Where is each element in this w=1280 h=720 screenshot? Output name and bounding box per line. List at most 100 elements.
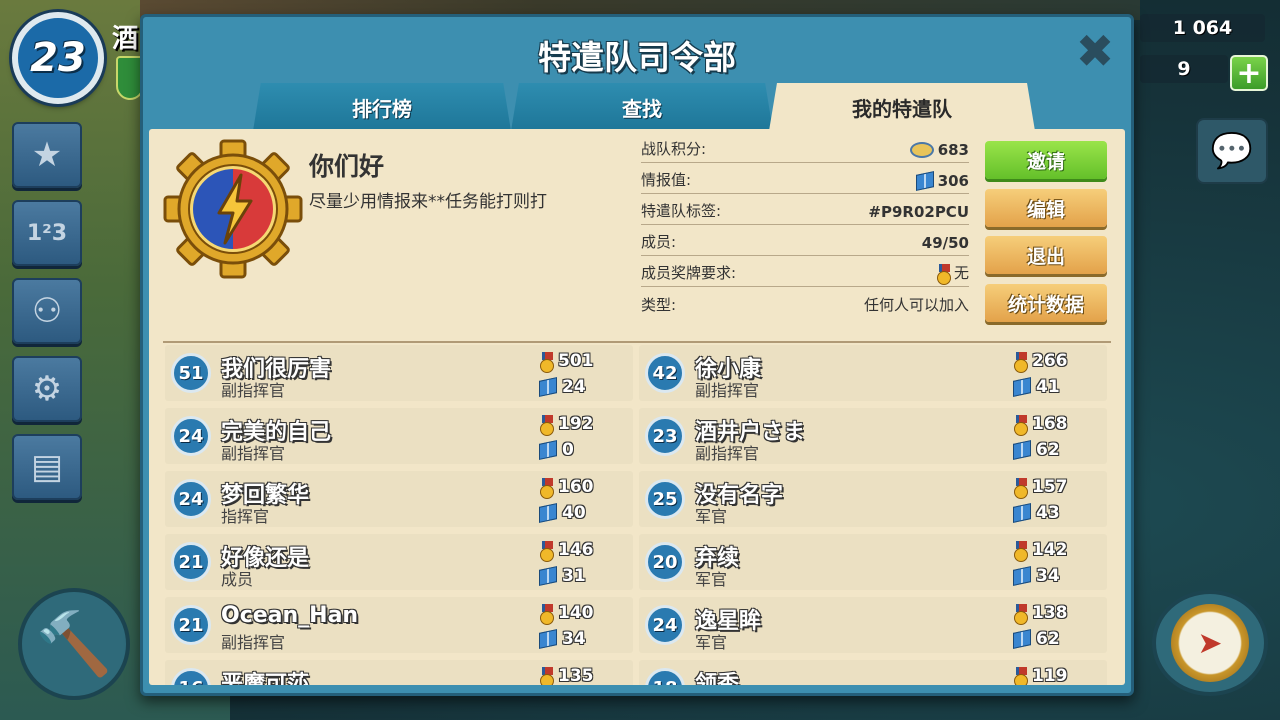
stat-row-intel: 情报值: 306 <box>641 166 969 194</box>
member-level-badge: 51 <box>171 353 211 393</box>
leave-button[interactable]: 退出 <box>985 236 1107 274</box>
member-row[interactable]: 25 没有名字 军官 157 43 <box>639 471 1107 527</box>
invite-button[interactable]: 邀请 <box>985 141 1107 179</box>
stat-value-container: 683 <box>909 141 969 159</box>
member-medal-count: 146 <box>558 540 594 560</box>
settings-gear-icon[interactable]: ⚙ <box>12 356 82 422</box>
member-role: 副指挥官 <box>221 444 286 463</box>
player-level: 23 <box>30 35 86 81</box>
tab-my-taskforce[interactable]: 我的特遣队 <box>769 83 1035 131</box>
member-role: 副指挥官 <box>695 444 760 463</box>
tab-leaderboard[interactable]: 排行榜 <box>253 83 511 131</box>
member-name: Ocean_Han <box>221 603 359 628</box>
stat-label: 成员: <box>641 233 677 251</box>
member-medals: 160 <box>539 476 629 499</box>
stat-value: 无 <box>953 264 969 282</box>
member-row[interactable]: 24 梦回繁华 指挥官 160 40 <box>165 471 633 527</box>
leaderboard-icon[interactable]: 1²3 <box>12 200 82 266</box>
stat-row-type: 类型: 任何人可以加入 <box>641 290 969 318</box>
close-icon[interactable]: ✖ <box>1073 28 1117 74</box>
member-row[interactable]: 18 领秀 119 <box>639 660 1107 685</box>
medal-icon <box>1013 604 1028 625</box>
edit-button[interactable]: 编辑 <box>985 189 1107 227</box>
intel-icon <box>539 503 557 523</box>
member-intel-count: 40 <box>562 503 586 523</box>
member-medals: 138 <box>1013 602 1103 625</box>
member-row[interactable]: 51 我们很厉害 副指挥官 501 24 <box>165 345 633 401</box>
member-row[interactable]: 21 好像还是 成员 146 31 <box>165 534 633 590</box>
member-intel-count: 24 <box>562 377 586 397</box>
member-intel-count: 31 <box>562 566 586 586</box>
member-level: 24 <box>178 425 204 447</box>
member-level: 24 <box>652 614 678 636</box>
stat-value-container: 无 <box>936 262 969 285</box>
compass-icon[interactable]: ➤ <box>1152 590 1268 696</box>
stat-value: 683 <box>937 141 969 159</box>
member-intel: 40 <box>539 502 629 524</box>
member-row[interactable]: 20 弃续 军官 142 34 <box>639 534 1107 590</box>
intel-icon <box>1013 566 1031 586</box>
member-row[interactable]: 42 徐小康 副指挥官 266 41 <box>639 345 1107 401</box>
member-intel: 34 <box>1013 565 1103 587</box>
member-medals: 157 <box>1013 476 1103 499</box>
member-intel: 24 <box>539 376 629 398</box>
taskforce-icon[interactable]: ⚇ <box>12 278 82 344</box>
member-name: 恶魔可莎 <box>221 672 310 685</box>
player-name: 酒 <box>112 24 139 54</box>
member-medals: 192 <box>539 413 629 436</box>
member-medals: 140 <box>539 602 629 625</box>
resource-counter: 1 064 <box>1140 14 1265 42</box>
star-icon[interactable]: ★ <box>12 122 82 188</box>
member-level: 42 <box>652 362 678 384</box>
member-level: 20 <box>652 551 678 573</box>
intel-icon <box>915 171 934 191</box>
member-intel: 31 <box>539 565 629 587</box>
divider <box>163 341 1111 343</box>
medal-icon <box>1013 541 1028 562</box>
member-medal-count: 140 <box>558 603 594 623</box>
member-medals: 135 <box>539 665 629 685</box>
member-level-badge: 25 <box>645 479 685 519</box>
stat-value: 49/50 <box>921 234 969 252</box>
member-level-badge: 21 <box>171 542 211 582</box>
member-level: 21 <box>178 614 204 636</box>
hammer-build-icon[interactable]: 🔨 <box>18 588 130 700</box>
member-role: 成员 <box>221 570 254 589</box>
intel-icon <box>539 629 557 649</box>
member-level: 51 <box>178 362 204 384</box>
medal-icon <box>539 352 554 373</box>
member-intel-count: 62 <box>1036 440 1060 460</box>
member-role: 副指挥官 <box>695 381 760 400</box>
medal-icon <box>1013 352 1028 373</box>
player-level-badge[interactable]: 23 <box>12 12 104 104</box>
chat-icon[interactable]: 💬 <box>1196 118 1268 184</box>
member-level-badge: 24 <box>171 479 211 519</box>
tab-content: 你们好 尽量少用情报来**任务能打则打 战队积分: 683 情报值: 306 特… <box>149 129 1125 685</box>
member-intel-count: 34 <box>562 629 586 649</box>
member-row[interactable]: 16 恶魔可莎 135 <box>165 660 633 685</box>
member-level-badge: 21 <box>171 605 211 645</box>
stat-value: #P9R02PCU <box>868 203 969 221</box>
stat-value: 306 <box>937 172 969 190</box>
member-level-badge: 18 <box>645 668 685 685</box>
intel-icon <box>1013 503 1031 523</box>
member-medal-count: 135 <box>558 666 594 685</box>
stat-row-score: 战队积分: 683 <box>641 135 969 163</box>
medal-icon <box>539 541 554 562</box>
tab-search[interactable]: 查找 <box>511 83 773 131</box>
badge-icon <box>909 142 934 158</box>
newspaper-icon[interactable]: ▤ <box>12 434 82 500</box>
member-row[interactable]: 21 Ocean_Han 副指挥官 140 34 <box>165 597 633 653</box>
member-intel-count: 41 <box>1036 377 1060 397</box>
member-row[interactable]: 23 酒井户さま 副指挥官 168 62 <box>639 408 1107 464</box>
taskforce-panel: 特遣队司令部 ✖ 排行榜 查找 我的特遣队 你们好 尽量少用情报来**任务能打则 <box>140 14 1134 696</box>
member-intel-count: 34 <box>1036 566 1060 586</box>
member-level-badge: 16 <box>171 668 211 685</box>
medal-icon <box>539 667 554 685</box>
statistics-button[interactable]: 统计数据 <box>985 284 1107 322</box>
member-row[interactable]: 24 完美的自己 副指挥官 192 0 <box>165 408 633 464</box>
medal-icon <box>539 415 554 436</box>
add-diamonds-button[interactable]: + <box>1230 55 1268 91</box>
member-level-badge: 24 <box>171 416 211 456</box>
member-row[interactable]: 24 逸星眸 军官 138 62 <box>639 597 1107 653</box>
